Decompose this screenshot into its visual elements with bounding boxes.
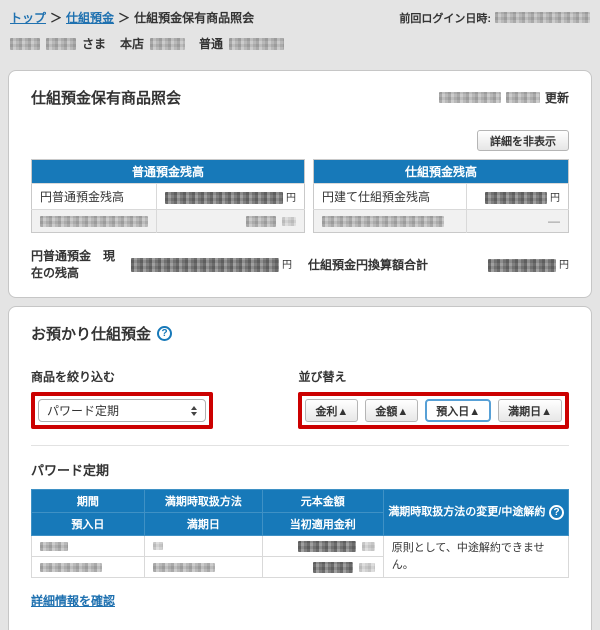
breadcrumb: トップ ＞ 仕組預金 ＞ 仕組預金保有商品照会	[10, 9, 254, 26]
yen-unit: 円	[559, 260, 569, 271]
structured-balance-table: 仕組預金残高 円建て仕組預金残高 円 —	[313, 159, 569, 233]
updated-at: 更新	[439, 89, 569, 106]
structured-balance-header: 仕組預金残高	[314, 160, 569, 184]
ordinary-balance-row-label: 円普通預金残高	[32, 184, 157, 210]
ordinary-sub-value-cell	[157, 210, 305, 233]
total-converted-value: 円	[488, 256, 569, 271]
ordinary-balance-value-cell: 円	[157, 184, 305, 210]
redacted-sub-value	[246, 216, 276, 227]
redacted-sub-label	[322, 216, 444, 227]
product-table: 期間 満期時取扱方法 元本金額 満期時取扱方法の変更/中途解約 ? 預入日 満期…	[31, 489, 569, 578]
col-header-initial-rate: 当初適用金利	[262, 513, 383, 536]
page-title: 仕組預金保有商品照会	[31, 87, 181, 108]
current-balance-value: 円	[131, 256, 292, 272]
sort-button-maturity-date[interactable]: 満期日▲	[498, 399, 562, 422]
structured-sub-row-label-cell	[314, 210, 467, 233]
col-header-term: 期間	[32, 490, 145, 513]
ordinary-balance-table: 普通預金残高 円普通預金残高 円	[31, 159, 305, 233]
help-icon[interactable]: ?	[549, 505, 564, 520]
table-row: 原則として、中途解約できません。	[32, 536, 569, 557]
redacted-branch-number	[150, 38, 185, 50]
filter-control: 商品を絞り込む パワード定期	[31, 368, 213, 429]
redacted-term	[40, 542, 68, 551]
product-section-title: パワード定期	[31, 460, 569, 479]
filter-highlight-box: パワード定期	[31, 392, 213, 429]
redacted-rate	[313, 562, 353, 573]
detail-info-link[interactable]: 詳細情報を確認	[31, 592, 115, 609]
redacted-updated-date	[439, 92, 501, 103]
structured-balance-value-cell: 円	[467, 184, 569, 210]
breadcrumb-separator: ＞	[118, 9, 130, 26]
term-cell	[32, 536, 145, 557]
redacted-updated-time	[506, 92, 540, 103]
total-converted-label: 仕組預金円換算額合計	[308, 256, 428, 273]
account-type-label: 普通	[199, 35, 223, 52]
sort-label: 並び替え	[298, 368, 569, 385]
sort-button-deposit-date[interactable]: 預入日▲	[425, 399, 491, 422]
last-login-label: 前回ログイン日時:	[399, 10, 491, 26]
redacted-ordinary-balance	[165, 192, 283, 204]
redacted-sub-unit	[282, 217, 296, 226]
redacted-customer-firstname	[46, 38, 76, 50]
product-filter-value: パワード定期	[47, 402, 119, 419]
sort-button-amount[interactable]: 金額▲	[365, 399, 418, 422]
redacted-last-login-datetime	[495, 12, 590, 23]
yen-unit: 円	[286, 193, 296, 204]
help-icon[interactable]: ?	[157, 326, 172, 341]
sort-button-rate[interactable]: 金利▲	[305, 399, 358, 422]
sort-control: 並び替え 金利▲ 金額▲ 預入日▲ 満期日▲	[298, 368, 569, 429]
redacted-account-number	[229, 38, 284, 50]
redacted-total-converted	[488, 259, 556, 272]
principal-cell	[262, 536, 383, 557]
ordinary-balance-header: 普通預金残高	[32, 160, 305, 184]
yen-unit: 円	[282, 260, 292, 271]
maturity-handling-cell	[144, 536, 262, 557]
redacted-unit	[359, 563, 375, 572]
redacted-structured-balance	[485, 192, 547, 204]
filter-label: 商品を絞り込む	[31, 368, 213, 385]
structured-sub-value-cell: —	[467, 210, 569, 233]
structured-balance-row-label: 円建て仕組預金残高	[314, 184, 467, 210]
customer-honorific: さま	[82, 35, 106, 52]
account-line: さま 本店 普通	[10, 35, 590, 52]
redacted-unit	[362, 542, 375, 551]
initial-rate-cell	[262, 557, 383, 578]
redacted-current-balance	[131, 258, 279, 272]
top-bar: トップ ＞ 仕組預金 ＞ 仕組預金保有商品照会 前回ログイン日時: さま 本店 …	[0, 0, 600, 52]
select-arrows-icon	[191, 406, 197, 416]
branch-label: 本店	[120, 35, 144, 52]
redacted-handling	[153, 542, 163, 550]
maturity-date-cell	[144, 557, 262, 578]
breadcrumb-current: 仕組預金保有商品照会	[134, 9, 254, 26]
product-filter-select[interactable]: パワード定期	[38, 399, 206, 422]
sort-highlight-box: 金利▲ 金額▲ 預入日▲ 満期日▲	[298, 392, 569, 429]
last-login: 前回ログイン日時:	[399, 10, 590, 26]
col-header-principal: 元本金額	[262, 490, 383, 513]
col-header-deposit-date: 預入日	[32, 513, 145, 536]
redacted-maturity-date	[153, 563, 215, 572]
deposits-in-custody-panel: お預かり仕組預金 ? 商品を絞り込む パワード定期 並び替え 金利▲ 金額▲	[8, 306, 592, 630]
redacted-sub-label	[40, 216, 148, 227]
col-header-maturity-date: 満期日	[144, 513, 262, 536]
col-header-maturity-handling: 満期時取扱方法	[144, 490, 262, 513]
breadcrumb-parent-link[interactable]: 仕組預金	[66, 9, 114, 26]
yen-unit: 円	[550, 193, 560, 204]
updated-suffix: 更新	[545, 89, 569, 106]
col-header-change-cancel: 満期時取扱方法の変更/中途解約 ?	[383, 490, 568, 536]
deposit-date-cell	[32, 557, 145, 578]
divider	[31, 445, 569, 446]
holdings-inquiry-panel: 仕組預金保有商品照会 更新 詳細を非表示 普通預金残高 円普通預金残高 円	[8, 70, 592, 298]
ordinary-sub-row-label-cell	[32, 210, 157, 233]
section-title: お預かり仕組預金	[31, 323, 151, 344]
breadcrumb-home-link[interactable]: トップ	[10, 9, 46, 26]
cancellation-note: 原則として、中途解約できません。	[383, 536, 568, 578]
redacted-deposit-date	[40, 563, 102, 572]
breadcrumb-separator: ＞	[50, 9, 62, 26]
redacted-principal	[298, 541, 356, 552]
current-balance-label: 円普通預金 現在の残高	[31, 247, 121, 281]
redacted-customer-surname	[10, 38, 40, 50]
hide-details-button[interactable]: 詳細を非表示	[477, 130, 569, 151]
